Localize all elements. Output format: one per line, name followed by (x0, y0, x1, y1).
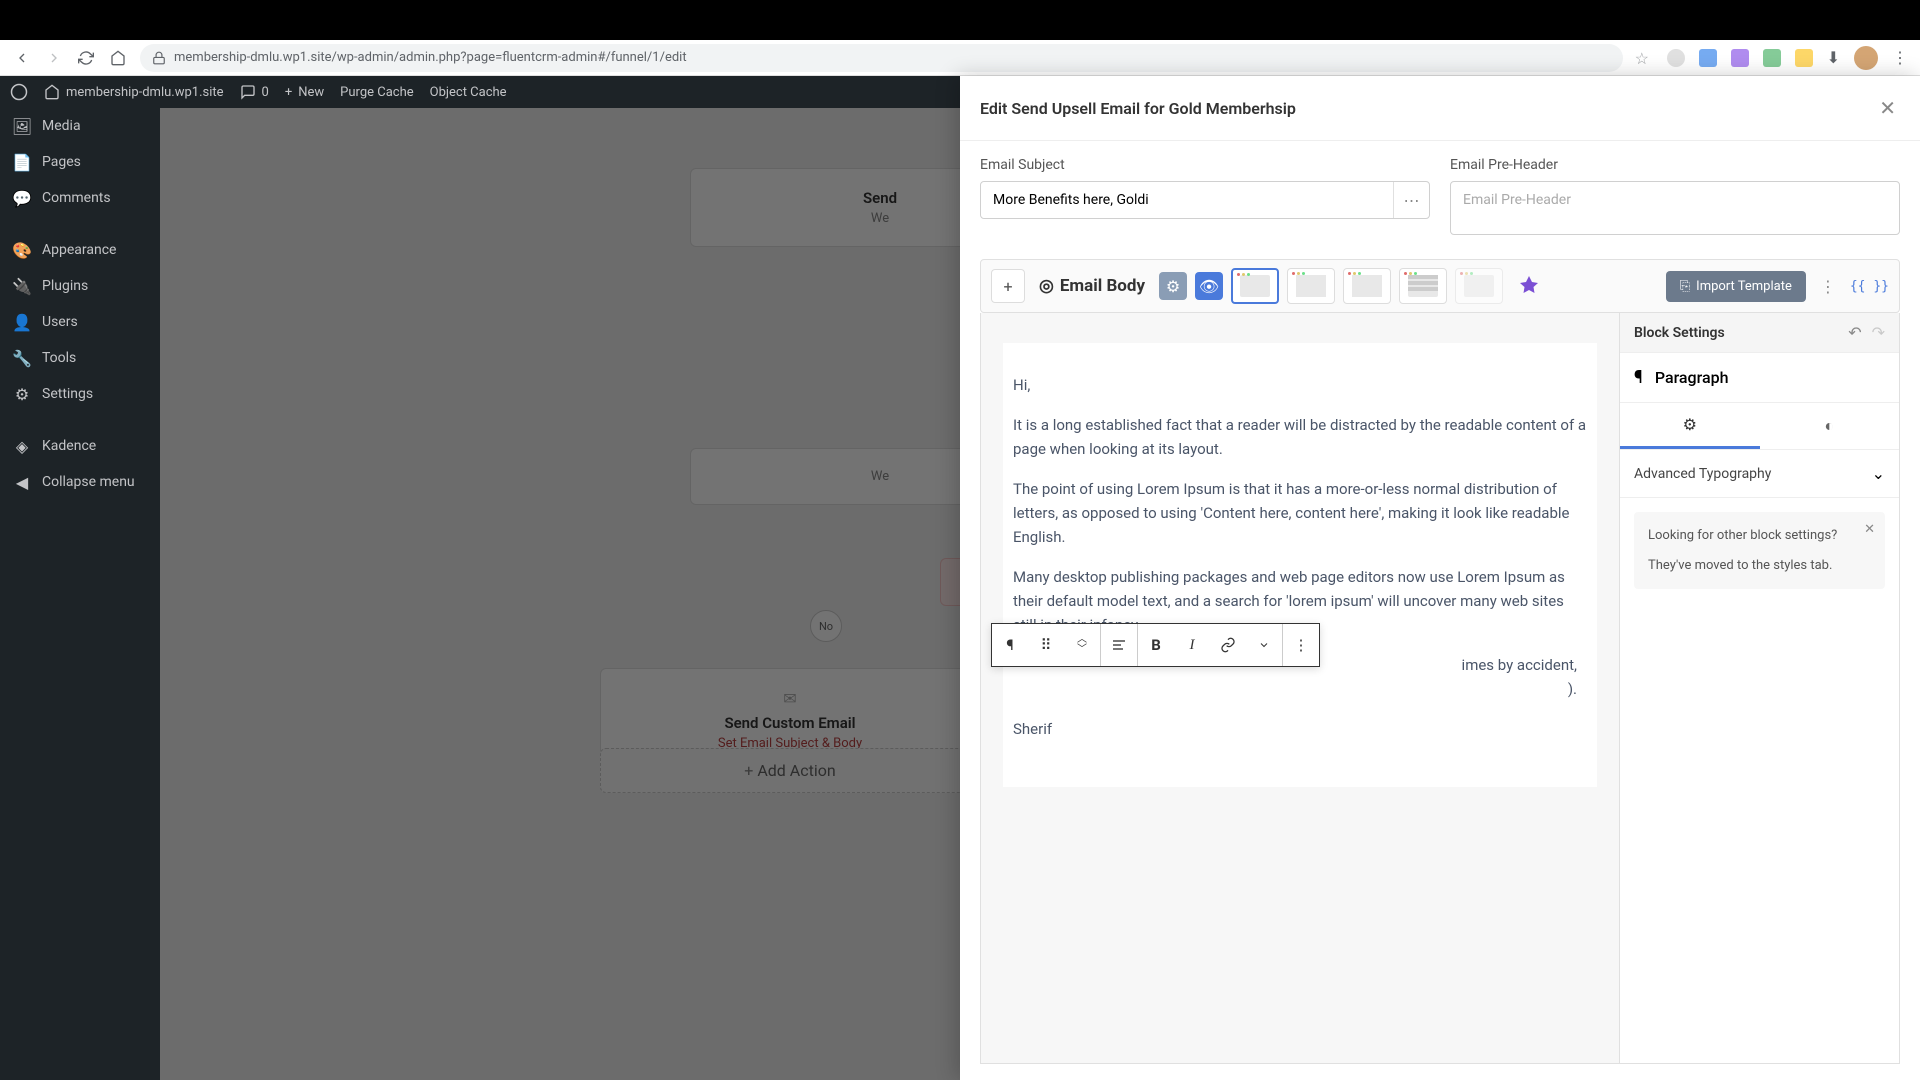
extension-icon[interactable] (1667, 49, 1685, 67)
menu-media[interactable]: 🖼Media (0, 108, 160, 144)
edit-email-panel: Edit Send Upsell Email for Gold Memberhs… (960, 76, 1920, 1080)
block-settings-hint: ✕ Looking for other block settings? They… (1634, 512, 1885, 589)
close-panel-button[interactable]: ✕ (1875, 92, 1900, 124)
reload-button[interactable] (76, 48, 96, 68)
extension-icon[interactable] (1699, 49, 1717, 67)
email-paragraph[interactable]: Hi, (1003, 373, 1597, 397)
menu-collapse[interactable]: ◀Collapse menu (0, 464, 160, 500)
menu-tools[interactable]: 🔧Tools (0, 340, 160, 376)
editor-toolbar: + ◎ Email Body ⚙ 👁 ⎘ Import Template ⋮ {… (980, 259, 1900, 313)
menu-kadence[interactable]: ◈Kadence (0, 428, 160, 464)
email-editor-canvas[interactable]: Hi, It is a long established fact that a… (981, 313, 1619, 1063)
target-icon: ◎ (1039, 276, 1054, 296)
wp-logo[interactable] (10, 83, 28, 101)
appearance-icon: 🎨 (12, 240, 32, 260)
tools-icon: 🔧 (12, 348, 32, 368)
import-icon: ⎘ (1680, 279, 1690, 294)
block-settings-title: Block Settings (1634, 325, 1725, 341)
kadence-icon: ◈ (12, 436, 32, 456)
wp-admin-sidebar: 🖼Media 📄Pages 💬Comments 🎨Appearance 🔌Plu… (0, 108, 160, 1080)
download-icon[interactable]: ⬇ (1827, 48, 1840, 67)
email-subject-input[interactable] (981, 182, 1393, 218)
toolbar-more-button[interactable]: ⋮ (1814, 277, 1842, 296)
email-preheader-input[interactable] (1450, 181, 1900, 235)
plugins-icon: 🔌 (12, 276, 32, 296)
browser-toolbar: membership-dmlu.wp1.site/wp-admin/admin.… (0, 40, 1920, 76)
smartcode-braces-button[interactable]: {{ }} (1850, 279, 1889, 294)
inline-formatting-toolbar: ¶ ⠿ ︿﹀ B I ⋮ (991, 623, 1320, 667)
comments-count[interactable]: 0 (240, 84, 269, 100)
import-template-button[interactable]: ⎘ Import Template (1666, 271, 1806, 302)
pages-icon: 📄 (12, 152, 32, 172)
extension-icon[interactable] (1731, 49, 1749, 67)
extension-icon[interactable] (1795, 49, 1813, 67)
more-formatting-button[interactable] (1246, 624, 1282, 666)
add-block-button[interactable]: + (991, 269, 1025, 303)
email-body-heading: ◎ Email Body (1039, 276, 1145, 296)
email-subject-label: Email Subject (980, 157, 1430, 173)
layout-template-special[interactable] (1511, 268, 1547, 304)
extension-icon[interactable] (1763, 49, 1781, 67)
chevron-down-icon: ⌄ (1872, 464, 1885, 483)
move-up-down-button[interactable]: ︿﹀ (1064, 624, 1100, 666)
close-hint-button[interactable]: ✕ (1864, 520, 1875, 540)
block-settings-sidebar: Block Settings ↶ ↷ ¶ Paragraph ⚙ ◐ Advan… (1619, 313, 1899, 1063)
toolbar-mode-1[interactable]: ⚙ (1159, 272, 1187, 300)
layout-template-3[interactable] (1343, 268, 1391, 304)
email-paragraph[interactable]: The point of using Lorem Ipsum is that i… (1003, 477, 1597, 549)
settings-icon: ⚙ (12, 384, 32, 404)
address-bar[interactable]: membership-dmlu.wp1.site/wp-admin/admin.… (140, 44, 1623, 72)
gear-icon: ⚙ (1683, 415, 1697, 434)
url-text: membership-dmlu.wp1.site/wp-admin/admin.… (174, 50, 687, 65)
bookmark-star-icon[interactable]: ☆ (1635, 49, 1653, 67)
layout-template-2[interactable] (1287, 268, 1335, 304)
menu-comments[interactable]: 💬Comments (0, 180, 160, 216)
profile-avatar[interactable] (1854, 46, 1878, 70)
subject-smartcode-button[interactable]: ⋯ (1393, 182, 1429, 218)
menu-users[interactable]: 👤Users (0, 304, 160, 340)
users-icon: 👤 (12, 312, 32, 332)
redo-button[interactable]: ↷ (1872, 323, 1885, 342)
email-preheader-label: Email Pre-Header (1450, 157, 1900, 173)
forward-button[interactable] (44, 48, 64, 68)
contrast-icon: ◐ (1824, 416, 1834, 436)
purge-cache[interactable]: Purge Cache (340, 85, 413, 100)
object-cache[interactable]: Object Cache (430, 85, 507, 100)
comments-icon: 💬 (12, 188, 32, 208)
layout-template-1[interactable] (1231, 268, 1279, 304)
link-button[interactable] (1210, 624, 1246, 666)
browser-extension-icons: ☆ ⬇ ⋮ (1635, 46, 1908, 70)
undo-button[interactable]: ↶ (1848, 323, 1861, 342)
layout-template-5[interactable] (1455, 268, 1503, 304)
menu-appearance[interactable]: 🎨Appearance (0, 232, 160, 268)
email-paragraph[interactable]: It is a long established fact that a rea… (1003, 413, 1597, 461)
drag-handle-button[interactable]: ⠿ (1028, 624, 1064, 666)
collapse-icon: ◀ (12, 472, 32, 492)
block-type-indicator: ¶ Paragraph (1620, 353, 1899, 403)
paragraph-icon: ¶ (1634, 367, 1643, 388)
back-button[interactable] (12, 48, 32, 68)
menu-settings[interactable]: ⚙Settings (0, 376, 160, 412)
advanced-typography-section[interactable]: Advanced Typography ⌄ (1620, 450, 1899, 498)
home-button[interactable] (108, 48, 128, 68)
new-content[interactable]: +New (285, 85, 324, 100)
panel-header: Edit Send Upsell Email for Gold Memberhs… (960, 76, 1920, 141)
layout-template-4[interactable] (1399, 268, 1447, 304)
toolbar-mode-2[interactable]: 👁 (1195, 272, 1223, 300)
site-name-link[interactable]: membership-dmlu.wp1.site (44, 84, 224, 100)
settings-tab[interactable]: ⚙ (1620, 403, 1760, 449)
more-options-button[interactable]: ⋮ (1283, 624, 1319, 666)
email-paragraph[interactable]: Sherif (1003, 717, 1597, 741)
browser-menu-icon[interactable]: ⋮ (1892, 48, 1908, 67)
bold-button[interactable]: B (1138, 624, 1174, 666)
italic-button[interactable]: I (1174, 624, 1210, 666)
media-icon: 🖼 (12, 116, 32, 136)
align-button[interactable] (1101, 624, 1137, 666)
panel-title: Edit Send Upsell Email for Gold Memberhs… (980, 99, 1296, 118)
menu-plugins[interactable]: 🔌Plugins (0, 268, 160, 304)
paragraph-type-button[interactable]: ¶ (992, 624, 1028, 666)
styles-tab[interactable]: ◐ (1760, 403, 1900, 449)
menu-pages[interactable]: 📄Pages (0, 144, 160, 180)
